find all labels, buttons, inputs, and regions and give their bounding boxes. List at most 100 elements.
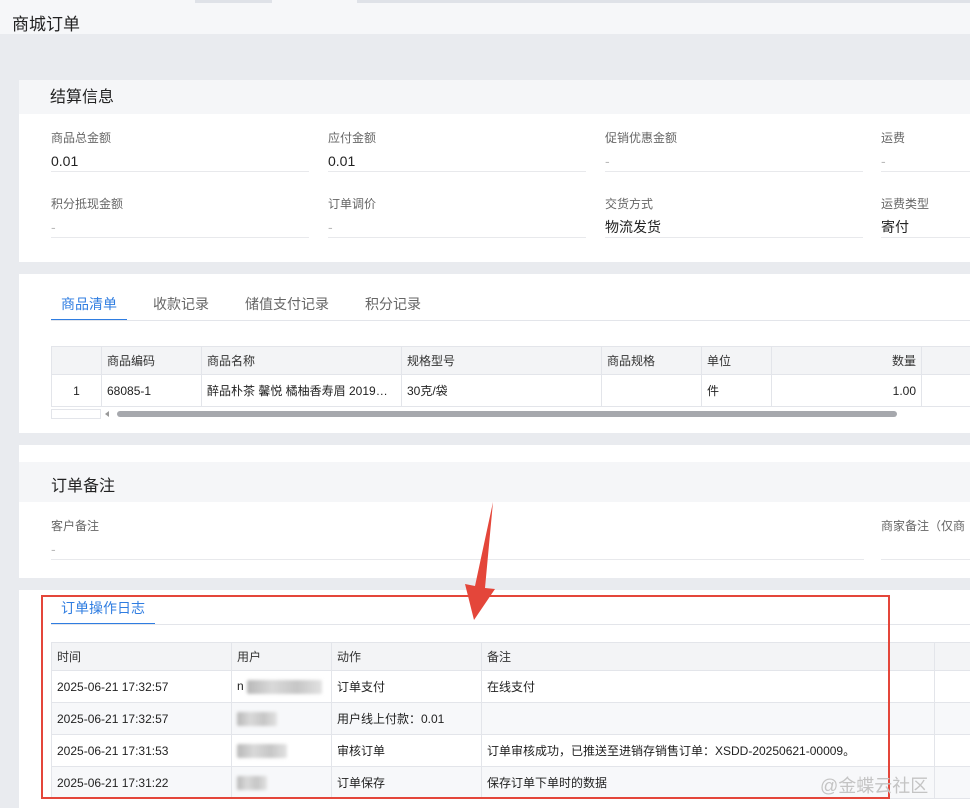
field-value: -	[328, 216, 586, 238]
redacted-blur	[237, 711, 277, 726]
column-header[interactable]: 商品编码	[101, 346, 202, 375]
field-promo-discount: 促销优惠金额 -	[605, 129, 863, 172]
field-label: 运费	[881, 131, 906, 145]
table-row[interactable]: 2025-06-21 17:31:53 审核订单 订单审核成功，已推送至进销存销…	[51, 734, 970, 767]
settlement-title: 结算信息	[50, 89, 115, 106]
column-header[interactable]: 商品名称	[201, 346, 402, 375]
log-action: 订单保存	[331, 766, 482, 799]
field-label: 促销优惠金额	[605, 131, 678, 145]
tabs-divider	[51, 320, 970, 321]
log-tabs: 订单操作日志	[51, 597, 171, 625]
field-order-adjust: 订单调价 -	[328, 195, 586, 238]
tab-strip-gap	[272, 0, 357, 3]
log-extra-cell	[934, 766, 970, 799]
tab-points-records[interactable]: 积分记录	[355, 293, 431, 321]
table-row[interactable]: 2025-06-21 17:32:57 n 订单支付 在线支付	[51, 670, 970, 703]
field-value: -	[51, 538, 864, 560]
page-title: 商城订单	[12, 15, 80, 34]
column-header[interactable]: 商品规格	[601, 346, 702, 375]
log-note: 订单审核成功，已推送至进销存销售订单：XSDD-20250621-00009。	[481, 734, 935, 767]
goods-unit: 件	[701, 374, 772, 407]
field-label: 应付金额	[328, 131, 377, 145]
field-label: 积分抵现金额	[51, 197, 124, 211]
scrollbar-fixed-area	[51, 409, 101, 419]
table-row[interactable]: 1 68085-1 醉品朴茶 馨悦 橘柚香寿眉 2019… 30克/袋 件 1.…	[51, 374, 970, 407]
log-time: 2025-06-21 17:31:22	[51, 766, 232, 799]
redacted-blur	[247, 679, 323, 694]
goods-qty: 1.00	[771, 374, 922, 407]
column-header[interactable]: 规格型号	[401, 346, 602, 375]
row-index: 1	[51, 374, 102, 407]
field-value: 物流发货	[605, 216, 863, 238]
field-label: 商家备注（仅商	[881, 519, 966, 533]
goods-table: 商品编码 商品名称 规格型号 商品规格 单位 数量 1 68085-1 醉品朴茶…	[51, 346, 970, 407]
log-user	[231, 766, 332, 799]
field-value: 0.01	[51, 150, 309, 172]
field-value: -	[605, 150, 863, 172]
goods-spec	[601, 374, 702, 407]
log-note: 在线支付	[481, 670, 935, 703]
column-header[interactable]: 单位	[701, 346, 772, 375]
scrollbar-thumb[interactable]	[117, 411, 897, 417]
tab-goods-list[interactable]: 商品清单	[51, 293, 127, 321]
column-header[interactable]: 数量	[771, 346, 922, 375]
field-merchant-remark: 商家备注（仅商	[881, 517, 970, 560]
field-value: 寄付	[881, 216, 970, 238]
field-payable: 应付金额 0.01	[328, 129, 586, 172]
field-label: 交货方式	[605, 197, 654, 211]
field-customer-remark: 客户备注 -	[51, 517, 864, 560]
log-action: 用户线上付款：0.01	[331, 702, 482, 735]
log-table-header: 时间 用户 动作 备注	[51, 642, 970, 671]
field-label: 客户备注	[51, 519, 100, 533]
table-row[interactable]: 2025-06-21 17:32:57 用户线上付款：0.01	[51, 702, 970, 735]
goods-tabs: 商品清单 收款记录 储值支付记录 积分记录	[51, 293, 447, 321]
settlement-header	[19, 80, 970, 114]
log-extra-cell	[934, 734, 970, 767]
field-value	[881, 538, 970, 560]
goods-card: 商品清单 收款记录 储值支付记录 积分记录 商品编码 商品名称 规格型号 商品规…	[19, 274, 970, 433]
tab-order-log[interactable]: 订单操作日志	[51, 597, 155, 625]
column-header[interactable]: 备注	[481, 642, 935, 671]
goods-extra-cell	[921, 374, 970, 407]
column-header[interactable]: 用户	[231, 642, 332, 671]
column-header-extra	[921, 346, 970, 375]
log-time: 2025-06-21 17:32:57	[51, 670, 232, 703]
log-user-text: n	[237, 679, 244, 694]
log-extra-cell	[934, 702, 970, 735]
log-action: 审核订单	[331, 734, 482, 767]
tab-payment-records[interactable]: 收款记录	[143, 293, 219, 321]
log-time: 2025-06-21 17:32:57	[51, 702, 232, 735]
field-points-cash: 积分抵现金额 -	[51, 195, 309, 238]
log-note	[481, 702, 935, 735]
redacted-blur	[237, 743, 287, 758]
field-label: 运费类型	[881, 197, 930, 211]
log-user	[231, 734, 332, 767]
column-header[interactable]: 动作	[331, 642, 482, 671]
column-header-extra	[934, 642, 970, 671]
column-header[interactable]: 时间	[51, 642, 232, 671]
tab-stored-value-records[interactable]: 储值支付记录	[235, 293, 339, 321]
field-freight-type: 运费类型 寄付	[881, 195, 970, 238]
settlement-card: 结算信息 商品总金额 0.01 应付金额 0.01 促销优惠金额 - 运费 - …	[19, 80, 970, 262]
field-label: 订单调价	[328, 197, 377, 211]
field-value: 0.01	[328, 150, 586, 172]
log-user: n	[231, 670, 332, 703]
field-label: 商品总金额	[51, 131, 112, 145]
goods-name: 醉品朴茶 馨悦 橘柚香寿眉 2019…	[201, 374, 402, 407]
top-bar: 商城订单	[0, 0, 970, 34]
field-value: -	[51, 216, 309, 238]
field-goods-total: 商品总金额 0.01	[51, 129, 309, 172]
goods-model: 30克/袋	[401, 374, 602, 407]
field-delivery-method: 交货方式 物流发货	[605, 195, 863, 238]
log-action: 订单支付	[331, 670, 482, 703]
log-extra-cell	[934, 670, 970, 703]
remarks-title: 订单备注	[51, 478, 116, 495]
remarks-card: 订单备注 客户备注 - 商家备注（仅商	[19, 445, 970, 578]
redacted-blur	[237, 775, 267, 790]
goods-code: 68085-1	[101, 374, 202, 407]
watermark: @金蝶云社区	[820, 776, 929, 796]
remarks-header	[19, 462, 970, 502]
scroll-left-icon[interactable]	[105, 411, 109, 417]
horizontal-scrollbar[interactable]	[51, 409, 970, 419]
log-time: 2025-06-21 17:31:53	[51, 734, 232, 767]
